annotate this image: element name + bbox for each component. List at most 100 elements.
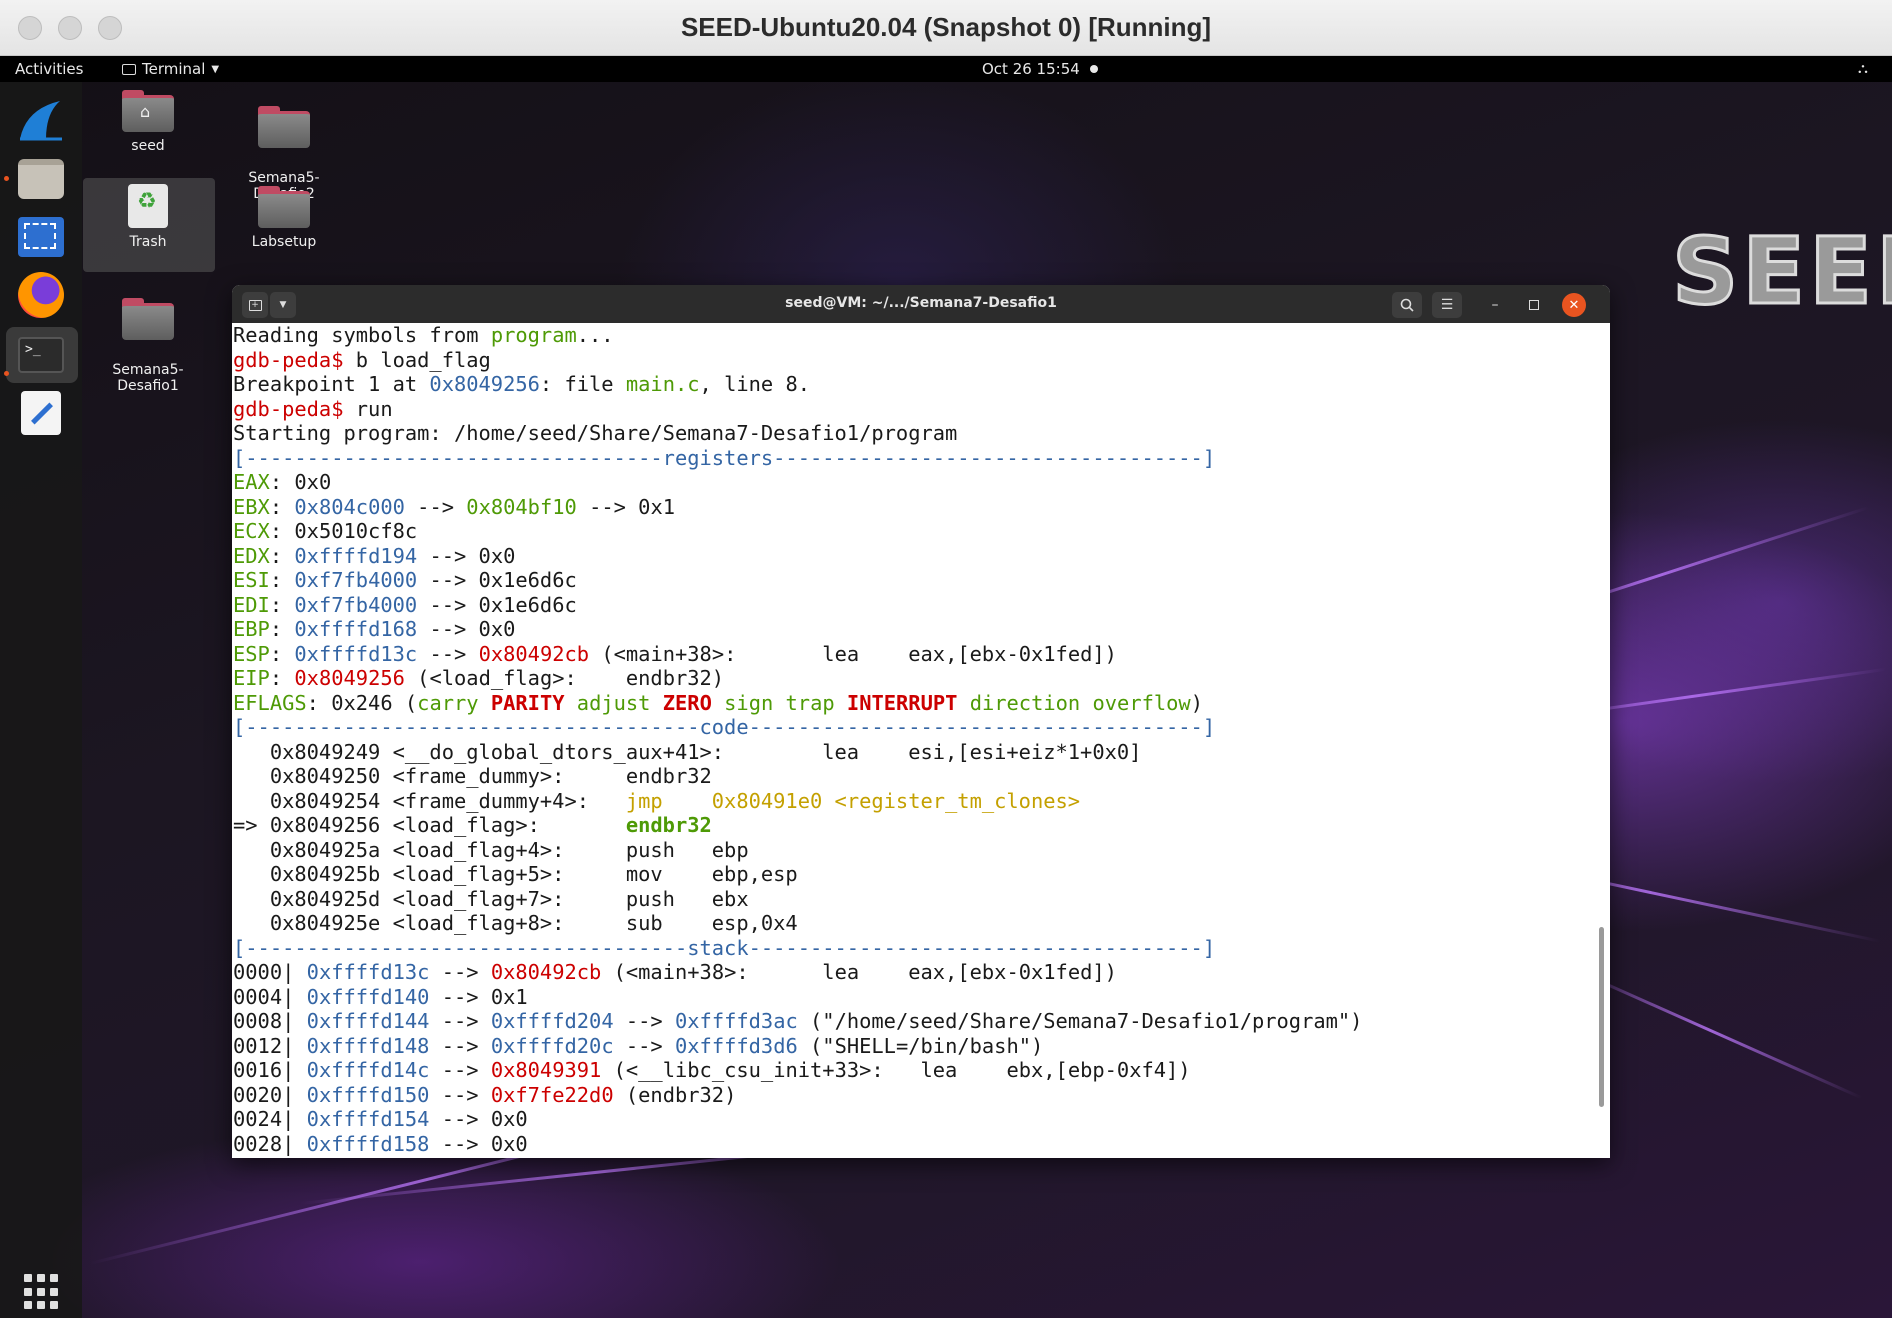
- terminal-text: ESI: [233, 568, 270, 592]
- terminal-text: : 0x246 (: [306, 690, 418, 715]
- terminal-text: --> 0x0: [417, 617, 516, 641]
- terminal-text: ("/home/seed/Share/Semana7-Desafio1/prog…: [797, 1009, 1363, 1033]
- network-icon[interactable]: ⛬: [1858, 61, 1868, 77]
- activities-button[interactable]: Activities: [15, 60, 83, 78]
- close-button[interactable]: ✕: [1562, 293, 1586, 317]
- terminal-line: 0x8049250 <frame_dummy>: endbr32: [233, 764, 1610, 789]
- terminal-line: EFLAGS: 0x246 (carry PARITY adjust ZERO …: [233, 691, 1610, 716]
- terminal-text: PARITY: [490, 690, 565, 715]
- terminal-text: -->: [404, 494, 467, 519]
- terminal-text: EBX: [233, 494, 270, 519]
- terminal-line: EDI: 0xf7fb4000 --> 0x1e6d6c: [233, 593, 1610, 618]
- terminal-text: 0xffffd20c: [490, 1033, 614, 1058]
- terminal-line: EBP: 0xffffd168 --> 0x0: [233, 617, 1610, 642]
- terminal-line: 0004| 0xffffd140 --> 0x1: [233, 985, 1610, 1010]
- terminal-text: program: [490, 323, 577, 347]
- folder-icon: [258, 186, 310, 228]
- maximize-icon: [1529, 300, 1539, 310]
- terminal-line: 0000| 0xffffd13c --> 0x80492cb (<main+38…: [233, 960, 1610, 985]
- firefox-icon[interactable]: [14, 268, 68, 322]
- vm-window-title: SEED-Ubuntu20.04 (Snapshot 0) [Running]: [680, 12, 1212, 42]
- wireshark-icon[interactable]: [14, 94, 68, 148]
- terminal-text: run: [343, 396, 393, 421]
- terminal-text: 0xffffd158: [306, 1131, 430, 1156]
- terminal-scrollbar[interactable]: [1599, 927, 1604, 1107]
- terminal-text: main.c: [625, 372, 700, 396]
- terminal-text: ECX: [233, 519, 270, 543]
- menu-button[interactable]: ☰: [1432, 292, 1462, 318]
- terminal-text: overflow: [1092, 690, 1191, 715]
- folder-icon: [258, 106, 310, 148]
- terminal-text: [------------------------------------sta…: [233, 935, 1216, 960]
- terminal-text: endbr32: [625, 813, 712, 837]
- desktop-icon-semana5-desafio1[interactable]: Semana5- Desafio1: [83, 282, 213, 410]
- terminal-text: Starting program: /home/seed/Share/Seman…: [233, 421, 958, 445]
- terminal-text: :: [269, 568, 295, 592]
- terminal-line: 0016| 0xffffd14c --> 0x8049391 (<__libc_…: [233, 1058, 1610, 1083]
- terminal-text: (<main+38>: lea eax,[ebx-0x1fed]): [589, 641, 1117, 666]
- terminal-text: 0x804925b <load_flag+5>: mov ebp,esp: [233, 862, 798, 886]
- terminal-text: (<main+38>: lea eax,[ebx-0x1fed]): [601, 960, 1117, 984]
- terminal-line: 0x804925a <load_flag+4>: push ebp: [233, 838, 1610, 863]
- files-icon[interactable]: [14, 152, 68, 206]
- terminal-line: [------------------------------------sta…: [233, 936, 1610, 961]
- terminal-text: :: [269, 666, 295, 690]
- dock: >_: [0, 82, 82, 1318]
- vm-window-titlebar: SEED-Ubuntu20.04 (Snapshot 0) [Running]: [0, 0, 1892, 56]
- desktop-icon-seed[interactable]: ⌂ seed: [83, 90, 213, 154]
- maximize-button[interactable]: [1522, 293, 1546, 317]
- terminal-line: ESP: 0xffffd13c --> 0x80492cb (<main+38>…: [233, 642, 1610, 667]
- terminal-text: --> 0x1e6d6c: [417, 568, 577, 592]
- terminal-line: Breakpoint 1 at 0x8049256: file main.c, …: [233, 372, 1610, 397]
- terminal-headerbar[interactable]: + ▼ seed@VM: ~/.../Semana7-Desafio1 ☰ – …: [232, 285, 1610, 323]
- terminal-text: --> 0x0: [429, 1107, 528, 1131]
- terminal-text: EFLAGS: [233, 690, 307, 715]
- terminal-text: ("SHELL=/bin/bash"): [797, 1033, 1044, 1058]
- terminal-text: 0x8049254 <frame_dummy+4>:: [233, 788, 626, 813]
- terminal-text: 0x804bf10: [466, 494, 577, 519]
- show-applications-icon[interactable]: [24, 1274, 60, 1310]
- terminal-text: 0x8049250 <frame_dummy>: endbr32: [233, 764, 712, 788]
- terminal-text: :: [269, 641, 295, 666]
- terminal-text: 0xffffd168: [294, 617, 418, 641]
- clock[interactable]: Oct 26 15:54: [982, 60, 1080, 78]
- search-button[interactable]: [1392, 292, 1422, 318]
- terminal-text: 0x804925d <load_flag+7>: push ebx: [233, 886, 749, 911]
- terminal-text: ZERO: [662, 690, 712, 715]
- desktop-icon-label: seed: [131, 138, 165, 154]
- terminal-window[interactable]: + ▼ seed@VM: ~/.../Semana7-Desafio1 ☰ – …: [232, 285, 1610, 1158]
- screenshot-icon[interactable]: [14, 210, 68, 264]
- terminal-output[interactable]: Reading symbols from program... gdb-peda$…: [232, 323, 1610, 1158]
- desktop-icon-labsetup[interactable]: Labsetup: [219, 186, 349, 250]
- terminal-text: : 0x0: [269, 470, 332, 494]
- desktop-icon-label: Semana5- Desafio1: [112, 362, 184, 394]
- chevron-down-icon: ▼: [211, 63, 220, 75]
- terminal-text: --> 0x1e6d6c: [417, 592, 577, 617]
- terminal-icon[interactable]: >_: [14, 328, 68, 382]
- terminal-text: 0xffffd140: [306, 984, 430, 1009]
- desktop-icon-trash[interactable]: ♻ Trash: [83, 184, 213, 250]
- terminal-text: 0024|: [233, 1107, 307, 1131]
- terminal-line: 0024| 0xffffd154 --> 0x0: [233, 1107, 1610, 1132]
- terminal-line: 0012| 0xffffd148 --> 0xffffd20c --> 0xff…: [233, 1034, 1610, 1059]
- terminal-text: 0xffffd3d6: [674, 1033, 798, 1058]
- terminal-text: 0xf7fb4000: [294, 592, 418, 617]
- terminal-text: --> 0x0: [429, 1131, 528, 1156]
- app-menu-button[interactable]: Terminal ▼: [122, 60, 219, 78]
- terminal-text: gdb-peda$: [233, 396, 344, 421]
- terminal-text: Breakpoint 1 at: [233, 372, 430, 396]
- desktop-icon-label: Trash: [129, 234, 167, 250]
- terminal-text: -->: [429, 1033, 491, 1058]
- terminal-text: EDI: [233, 592, 270, 617]
- terminal-text: => 0x8049256 <load_flag>:: [233, 813, 626, 837]
- search-icon: [1400, 298, 1414, 312]
- text-editor-icon[interactable]: [14, 386, 68, 440]
- terminal-text: EIP: [233, 666, 270, 690]
- minimize-button[interactable]: –: [1483, 293, 1507, 317]
- terminal-line: gdb-peda$ b load_flag: [233, 348, 1610, 373]
- hamburger-icon: ☰: [1440, 297, 1454, 313]
